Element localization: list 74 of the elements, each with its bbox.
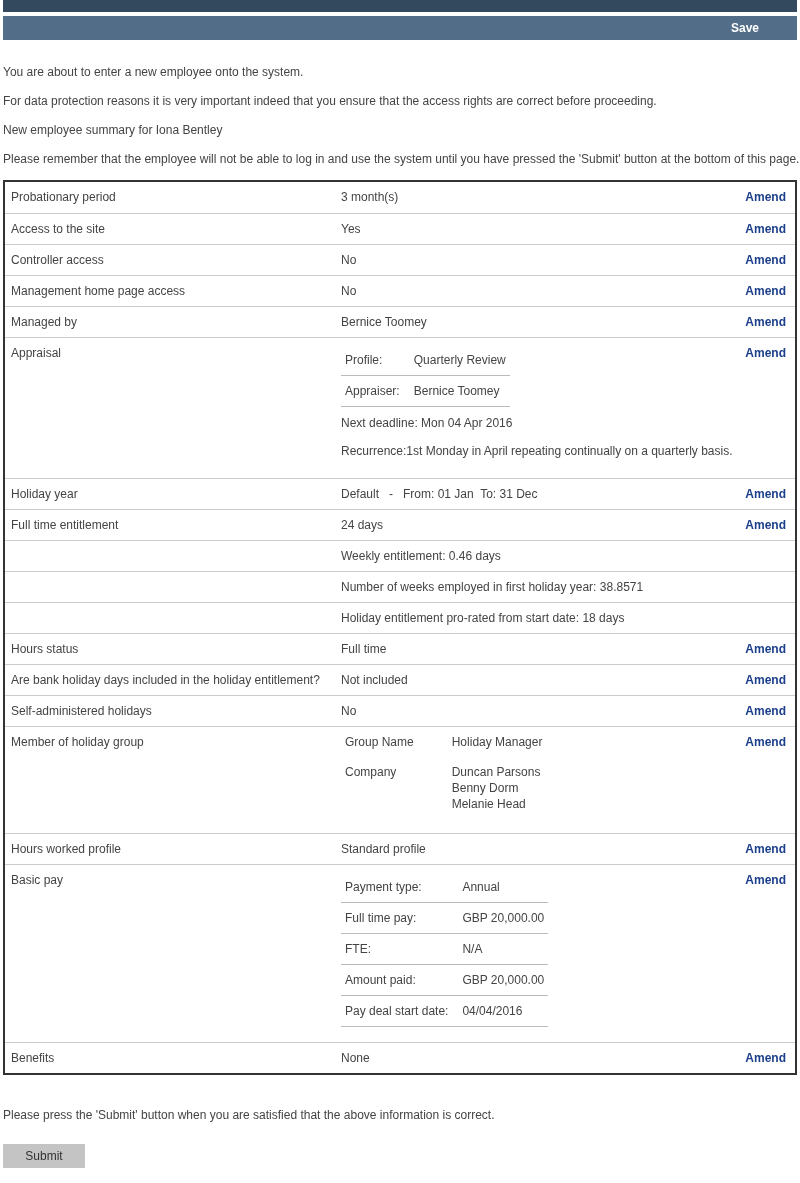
amend-link[interactable]: Amend	[745, 735, 786, 749]
info-text: Please remember that the employee will not be able to log in and use the system until you have pressed the 'Submit' button at the bottom of this page.	[3, 151, 800, 167]
info-text: You are about to enter a new employee onto the system.	[3, 64, 305, 80]
save-button[interactable]: Save	[728, 19, 761, 37]
field-label: Hours status	[11, 642, 79, 656]
field-label: Basic pay	[11, 873, 64, 887]
field-label: Member of holiday group	[11, 735, 144, 749]
field-label: Are bank holiday days included in the holiday entitlement?	[11, 673, 320, 687]
submit-button[interactable]: Submit	[3, 1144, 85, 1168]
amend-link[interactable]: Amend	[745, 487, 786, 501]
group-label: Company	[344, 764, 398, 781]
amend-link[interactable]: Amend	[745, 253, 786, 267]
field-value: Full time	[341, 642, 387, 656]
field-label: Managed by	[11, 315, 78, 329]
group-value: Duncan Parsons	[451, 765, 541, 779]
field-value: Standard profile	[341, 842, 426, 856]
field-value: 24 days	[341, 518, 384, 532]
detail-note: Next deadline: Mon 04 Apr 2016	[341, 416, 513, 430]
field-value: Number of weeks employed in first holiday year: 38.8571	[341, 580, 644, 594]
amend-link[interactable]: Amend	[745, 673, 786, 687]
detail-value: Annual	[458, 872, 549, 903]
field-label: Management home page access	[11, 284, 186, 298]
detail-value: 04/04/2016	[458, 995, 549, 1027]
amend-link[interactable]: Amend	[745, 190, 786, 204]
amend-link[interactable]: Amend	[745, 518, 786, 532]
field-value: None	[341, 1051, 370, 1065]
detail-label: Pay deal start date:	[341, 995, 459, 1027]
detail-note: Recurrence:1st Monday in April repeating continually on a quarterly basis.	[341, 444, 733, 458]
detail-value: GBP 20,000.00	[458, 964, 549, 996]
field-value: No	[341, 284, 357, 298]
detail-label: Payment type:	[341, 872, 459, 903]
group-label: Group Name	[344, 734, 415, 751]
field-value: No	[341, 704, 357, 718]
field-label: Probationary period	[11, 190, 116, 204]
field-label: Benefits	[11, 1051, 55, 1065]
amend-link[interactable]: Amend	[745, 222, 786, 236]
field-value: Default - From: 01 Jan To: 31 Dec	[341, 487, 538, 501]
group-value: Holiday Manager	[451, 735, 543, 749]
field-label: Controller access	[11, 253, 104, 267]
field-label: Self-administered holidays	[11, 704, 152, 718]
info-text: New employee summary for Iona Bentley	[3, 122, 224, 138]
field-label: Full time entitlement	[11, 518, 119, 532]
instruction-text: Please press the 'Submit' button when you are satisfied that the above information is correct.	[3, 1107, 496, 1124]
detail-value: N/A	[458, 933, 549, 965]
detail-label: FTE:	[341, 933, 459, 965]
field-label: Access to the site	[11, 222, 106, 236]
amend-link[interactable]: Amend	[745, 873, 786, 887]
amend-link[interactable]: Amend	[745, 842, 786, 856]
field-label: Hours worked profile	[11, 842, 122, 856]
detail-label: Full time pay:	[341, 902, 459, 934]
detail-value: Quarterly Review	[409, 345, 510, 376]
amend-link[interactable]: Amend	[745, 642, 786, 656]
detail-value: GBP 20,000.00	[458, 902, 549, 934]
amend-link[interactable]: Amend	[745, 1051, 786, 1065]
detail-label: Profile:	[341, 345, 410, 376]
detail-label: Appraiser:	[341, 375, 410, 407]
amend-link[interactable]: Amend	[745, 704, 786, 718]
group-value: Melanie Head	[451, 797, 526, 811]
amend-link[interactable]: Amend	[745, 284, 786, 298]
group-value: Benny Dorm	[451, 781, 519, 795]
field-value: Bernice Toomey	[341, 315, 427, 329]
field-value: Yes	[341, 222, 361, 236]
field-value: Weekly entitlement: 0.46 days	[341, 549, 501, 563]
field-value: Holiday entitlement pro-rated from start date: 18 days	[341, 611, 625, 625]
field-value: 3 month(s)	[341, 190, 399, 204]
field-label: Holiday year	[11, 487, 78, 501]
field-value: No	[341, 253, 357, 267]
field-value: Not included	[341, 673, 408, 687]
info-text: For data protection reasons it is very important indeed that you ensure that the access rights are correct before proceeding.	[3, 93, 658, 109]
amend-link[interactable]: Amend	[745, 346, 786, 360]
detail-value: Bernice Toomey	[409, 375, 510, 407]
detail-label: Amount paid:	[341, 964, 459, 996]
amend-link[interactable]: Amend	[745, 315, 786, 329]
field-label: Appraisal	[11, 346, 62, 360]
